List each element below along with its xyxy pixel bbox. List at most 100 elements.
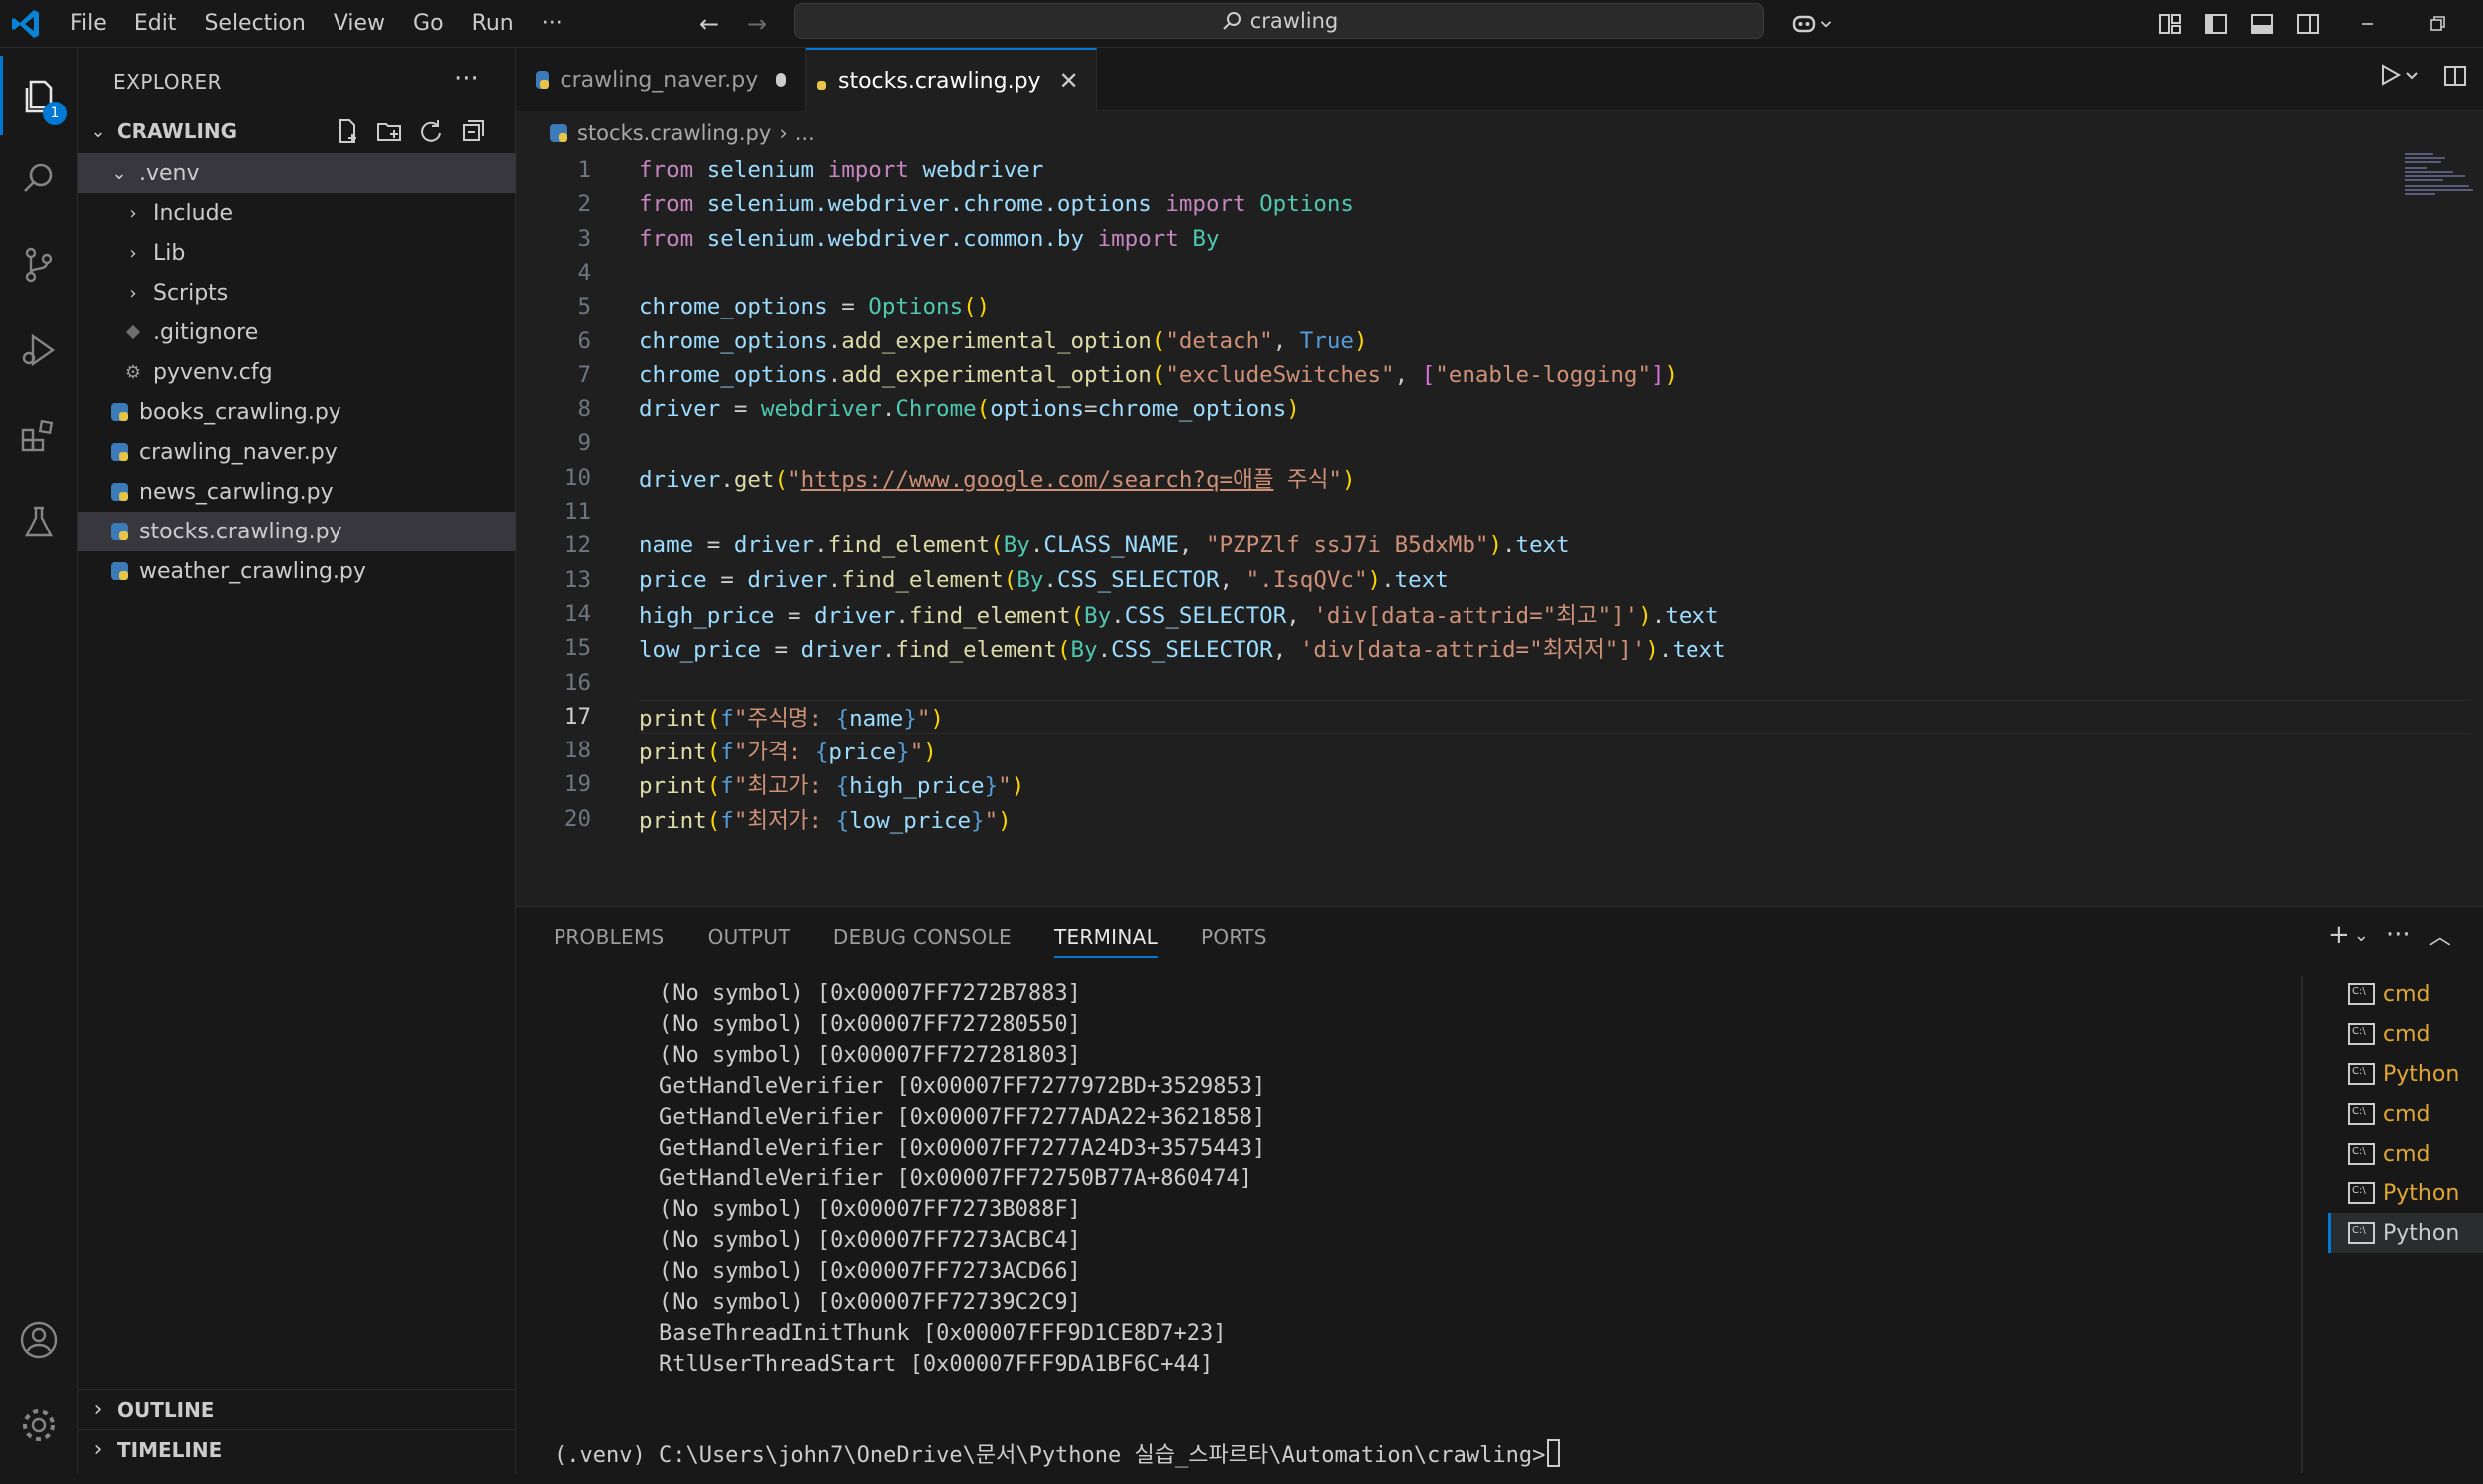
toggle-secondary-sidebar-icon[interactable] bbox=[2290, 6, 2326, 42]
menu-selection[interactable]: Selection bbox=[190, 0, 319, 48]
tree-file-pyvenv-cfg[interactable]: ⚙ pyvenv.cfg bbox=[78, 352, 516, 392]
run-python-file-button[interactable] bbox=[2377, 62, 2421, 88]
more-actions-icon[interactable]: ··· bbox=[2386, 920, 2411, 950]
minimap[interactable] bbox=[2405, 153, 2475, 197]
code-line[interactable]: 19 print(f"최고가: {high_price}") bbox=[516, 767, 2407, 801]
command-center-search[interactable]: crawling bbox=[794, 3, 1764, 39]
manage-activity[interactable] bbox=[0, 1385, 78, 1465]
unsaved-dot-icon[interactable] bbox=[776, 73, 786, 87]
tree-folder-lib[interactable]: › Lib bbox=[78, 233, 516, 273]
code-token: ( bbox=[990, 532, 1004, 559]
terminal-instance-item[interactable]: C:\ cmd bbox=[2328, 974, 2483, 1014]
chevron-down-icon[interactable]: ⌄ bbox=[2354, 925, 2369, 946]
new-terminal-plus-icon[interactable]: + bbox=[2328, 920, 2350, 950]
code-line[interactable]: 8 driver = webdriver.Chrome(options=chrom… bbox=[516, 392, 2407, 426]
terminal-instance-item[interactable]: C:\ cmd bbox=[2328, 1014, 2483, 1054]
code-line[interactable]: 15 low_price = driver.find_element(By.CSS… bbox=[516, 631, 2407, 665]
code-line[interactable]: 5 chrome_options = Options() bbox=[516, 290, 2407, 323]
menu-file[interactable]: File bbox=[56, 0, 120, 48]
menu-go[interactable]: Go bbox=[399, 0, 458, 48]
extensions-activity[interactable] bbox=[0, 396, 78, 476]
customize-layout-icon[interactable] bbox=[2152, 6, 2188, 42]
outline-section[interactable]: › OUTLINE bbox=[78, 1389, 516, 1429]
tree-file-crawling-naver[interactable]: crawling_naver.py bbox=[78, 432, 516, 472]
tab-crawling-naver[interactable]: crawling_naver.py bbox=[516, 48, 806, 111]
collapse-all-icon[interactable] bbox=[458, 116, 488, 146]
code-line[interactable]: 6 chrome_options.add_experimental_option(… bbox=[516, 324, 2407, 358]
tab-output[interactable]: OUTPUT bbox=[708, 925, 790, 958]
explorer-activity[interactable]: 1 bbox=[0, 56, 78, 135]
forward-arrow-icon[interactable]: → bbox=[739, 6, 775, 42]
tab-problems[interactable]: PROBLEMS bbox=[554, 925, 665, 958]
accounts-activity[interactable] bbox=[0, 1300, 78, 1379]
terminal-prompt[interactable]: (.venv) C:\Users\john7\OneDrive\문서\Pytho… bbox=[554, 1437, 1561, 1469]
tab-ports[interactable]: PORTS bbox=[1201, 925, 1267, 958]
code-line[interactable]: 10 driver.get("https://www.google.com/sea… bbox=[516, 461, 2407, 495]
terminal-instance-item[interactable]: C:\ cmd bbox=[2328, 1134, 2483, 1173]
code-token: ) bbox=[1353, 327, 1368, 354]
code-line[interactable]: 7 chrome_options.add_experimental_option(… bbox=[516, 358, 2407, 392]
code-line[interactable]: 18 print(f"가격: {price}") bbox=[516, 734, 2407, 767]
tree-file-gitignore[interactable]: .gitignore bbox=[78, 313, 516, 352]
timeline-section[interactable]: › TIMELINE bbox=[78, 1429, 516, 1469]
code-line[interactable]: 17 print(f"주식명: {name}") bbox=[516, 700, 2407, 734]
code-token: 'div[data-attrid="최고"]' bbox=[1313, 602, 1639, 629]
tree-file-stocks-crawling[interactable]: stocks.crawling.py bbox=[78, 512, 516, 551]
refresh-icon[interactable] bbox=[416, 116, 446, 146]
run-debug-activity[interactable] bbox=[0, 311, 78, 390]
terminal-instance-item[interactable]: C:\ Python bbox=[2328, 1054, 2483, 1094]
menu-run[interactable]: Run bbox=[458, 0, 528, 48]
menu-edit[interactable]: Edit bbox=[120, 0, 191, 48]
menu-more[interactable]: ··· bbox=[528, 0, 576, 48]
new-file-icon[interactable] bbox=[333, 116, 362, 146]
tree-file-books-crawling[interactable]: books_crawling.py bbox=[78, 392, 516, 432]
terminal-instance-item[interactable]: C:\ cmd bbox=[2328, 1094, 2483, 1134]
minimize-icon[interactable] bbox=[2350, 6, 2385, 42]
restore-icon[interactable] bbox=[2419, 6, 2455, 42]
close-icon[interactable]: ✕ bbox=[1059, 67, 1079, 95]
code-line[interactable]: 11 bbox=[516, 495, 2407, 529]
code-line[interactable]: 4 bbox=[516, 256, 2407, 290]
maximize-panel-chevron-up-icon[interactable]: ︿ bbox=[2429, 919, 2451, 951]
testing-activity[interactable] bbox=[0, 482, 78, 561]
toggle-primary-sidebar-icon[interactable] bbox=[2198, 6, 2234, 42]
menu-view[interactable]: View bbox=[320, 0, 399, 48]
line-number: 18 bbox=[564, 738, 591, 764]
code-line[interactable]: 3 from selenium.webdriver.common.by impor… bbox=[516, 222, 2407, 256]
new-folder-icon[interactable] bbox=[374, 116, 404, 146]
split-editor-button[interactable] bbox=[2441, 62, 2469, 90]
code-line[interactable]: 14 high_price = driver.find_element(By.CS… bbox=[516, 597, 2407, 631]
tab-debug-console[interactable]: DEBUG CONSOLE bbox=[833, 925, 1012, 958]
code-token: { bbox=[835, 773, 850, 800]
back-arrow-icon[interactable]: ← bbox=[691, 6, 727, 42]
tree-file-weather-crawling[interactable]: weather_crawling.py bbox=[78, 551, 516, 591]
terminal-instance-item[interactable]: C:\ Python bbox=[2328, 1173, 2483, 1213]
tree-folder-venv[interactable]: ⌄ .venv bbox=[78, 153, 516, 193]
code-line[interactable]: 12 name = driver.find_element(By.CLASS_NA… bbox=[516, 529, 2407, 562]
toggle-panel-icon[interactable] bbox=[2244, 6, 2280, 42]
terminal-list-divider[interactable] bbox=[2301, 976, 2303, 1474]
tree-folder-include[interactable]: › Include bbox=[78, 193, 516, 233]
tab-terminal[interactable]: TERMINAL bbox=[1053, 925, 1159, 958]
code-line[interactable]: 16 bbox=[516, 666, 2407, 700]
code-editor[interactable]: 1 from selenium import webdriver 2 from sel… bbox=[516, 153, 2483, 900]
code-line[interactable]: 9 bbox=[516, 426, 2407, 460]
code-token: driver bbox=[639, 396, 721, 423]
code-line[interactable]: 20 print(f"최저가: {low_price}") bbox=[516, 802, 2407, 836]
tab-stocks-crawling[interactable]: stocks.crawling.py ✕ bbox=[806, 48, 1097, 111]
code-line[interactable]: 1 from selenium import webdriver bbox=[516, 153, 2407, 187]
workspace-section-header[interactable]: ⌄ CRAWLING bbox=[78, 111, 516, 151]
search-activity[interactable] bbox=[0, 139, 78, 219]
tree-folder-scripts[interactable]: › Scripts bbox=[78, 273, 516, 313]
code-line[interactable]: 2 from selenium.webdriver.chrome.options … bbox=[516, 187, 2407, 221]
tree-file-news-carwling[interactable]: news_carwling.py bbox=[78, 472, 516, 512]
terminal-output[interactable]: (No symbol) [0x00007FF7272B7883] (No sym… bbox=[554, 978, 2286, 1379]
code-line[interactable]: 13 price = driver.find_element(By.CSS_SEL… bbox=[516, 563, 2407, 597]
terminal-instance-item[interactable]: C:\ Python bbox=[2328, 1213, 2483, 1253]
explorer-more-button[interactable]: ··· bbox=[454, 64, 479, 94]
breadcrumb-file[interactable]: stocks.crawling.py bbox=[577, 121, 771, 145]
copilot-icon[interactable] bbox=[1784, 6, 1840, 42]
source-control-activity[interactable] bbox=[0, 225, 78, 305]
vscode-logo-icon[interactable] bbox=[8, 6, 44, 42]
breadcrumb-symbol[interactable]: ... bbox=[795, 121, 815, 145]
